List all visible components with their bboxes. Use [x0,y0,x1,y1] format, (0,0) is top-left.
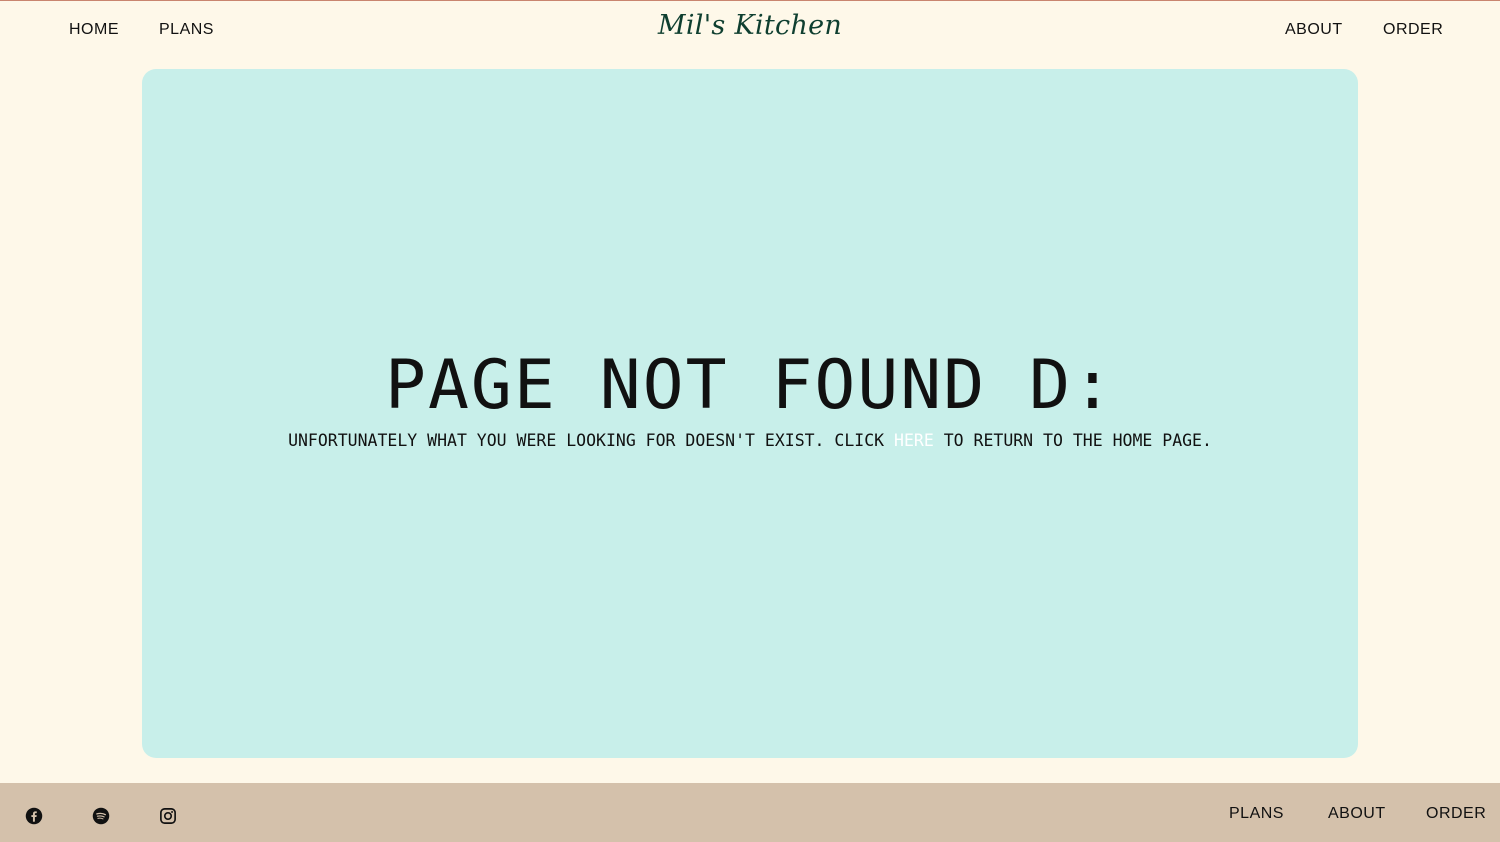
footer-about-link[interactable]: ABOUT [1328,805,1386,823]
spotify-icon[interactable] [92,807,110,825]
brand-logo[interactable]: Mil's Kitchen [658,10,842,41]
message-text-before: UNFORTUNATELY WHAT YOU WERE LOOKING FOR … [288,431,895,450]
footer: PLANS ABOUT ORDER [0,783,1500,842]
message-text-after: TO RETURN TO THE HOME PAGE. [933,431,1212,450]
not-found-message: UNFORTUNATELY WHAT YOU WERE LOOKING FOR … [0,430,1500,452]
page-title: PAGE NOT FOUND D: [385,346,1115,425]
nav-about-link[interactable]: ABOUT [1285,21,1343,39]
header-nav: HOME PLANS Mil's Kitchen ABOUT ORDER [0,0,1500,64]
brand-logo-container: Mil's Kitchen [0,10,1500,41]
instagram-icon[interactable] [159,807,177,825]
footer-plans-link[interactable]: PLANS [1229,805,1284,823]
home-return-link[interactable]: HERE [894,431,934,450]
facebook-icon[interactable] [25,807,43,825]
nav-order-link[interactable]: ORDER [1383,21,1443,39]
footer-order-link[interactable]: ORDER [1426,805,1486,823]
